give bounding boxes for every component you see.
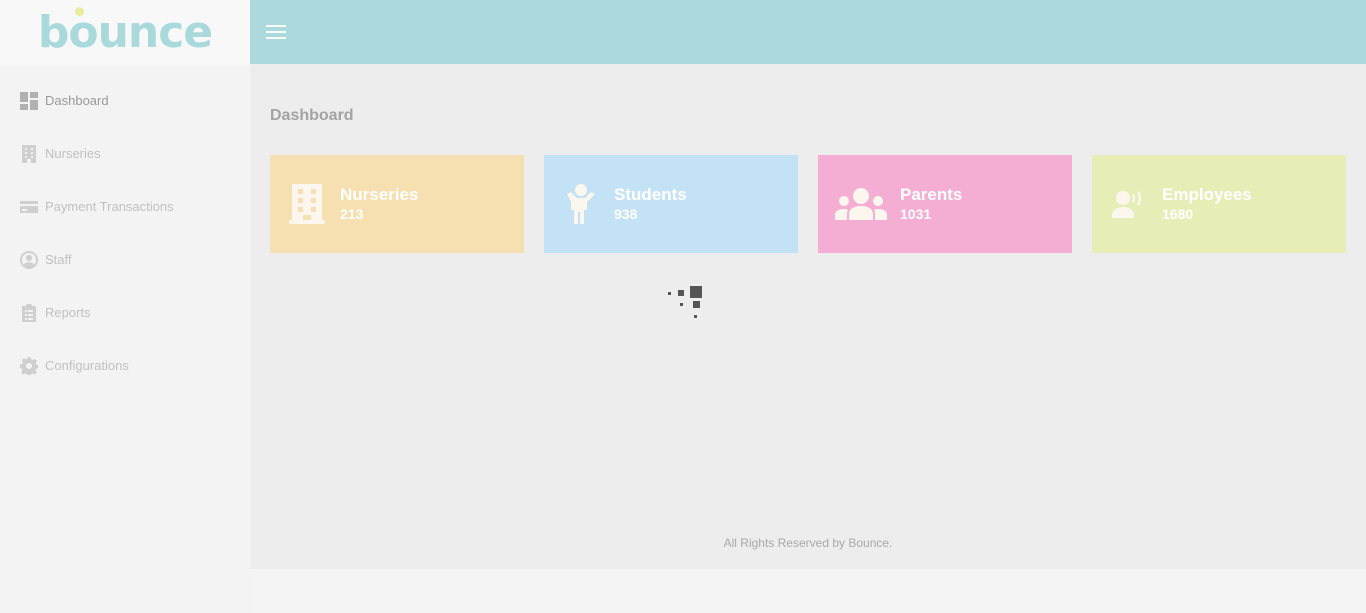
card-value: 213 — [340, 206, 364, 222]
sidebar-item-label: Reports — [45, 305, 91, 320]
gear-icon — [20, 356, 38, 375]
sidebar-item-nurseries[interactable]: Nurseries — [0, 127, 250, 180]
page-title: Dashboard — [270, 107, 354, 124]
main-content: Dashboard Nurseries 213 Students 938 Par… — [250, 64, 1366, 569]
card-title: Employees — [1162, 185, 1252, 204]
card-value: 1031 — [900, 206, 932, 222]
building-icon — [20, 144, 38, 163]
speaking-person-icon — [1109, 182, 1149, 226]
card-value: 1680 — [1162, 206, 1194, 222]
card-value: 938 — [614, 206, 638, 222]
sidebar-item-label: Payment Transactions — [45, 199, 174, 214]
sidebar-item-payment-transactions[interactable]: Payment Transactions — [0, 180, 250, 233]
card-nurseries[interactable]: Nurseries 213 — [270, 155, 524, 253]
topbar — [250, 0, 1366, 64]
card-title: Students — [614, 185, 687, 204]
logo-text: bounce — [37, 7, 213, 58]
sidebar-item-reports[interactable]: Reports — [0, 286, 250, 339]
sidebar-item-label: Dashboard — [45, 93, 109, 108]
sidebar-item-label: Configurations — [45, 358, 129, 373]
footer-text: All Rights Reserved by Bounce. — [723, 536, 893, 550]
hamburger-icon[interactable] — [266, 25, 286, 39]
sidebar-item-staff[interactable]: Staff — [0, 233, 250, 286]
sidebar-item-label: Nurseries — [45, 146, 101, 161]
loading-spinner-icon — [666, 286, 706, 326]
sidebar: bounce Dashboard Nurseries Payment Trans… — [0, 0, 250, 613]
card-employees[interactable]: Employees 1680 — [1092, 155, 1346, 253]
group-icon — [835, 182, 887, 226]
card-parents[interactable]: Parents 1031 — [818, 155, 1072, 253]
credit-card-icon — [20, 198, 38, 216]
user-circle-icon — [20, 250, 38, 269]
clipboard-list-icon — [20, 303, 38, 322]
card-title: Parents — [900, 185, 963, 204]
sidebar-item-configurations[interactable]: Configurations — [0, 339, 250, 392]
logo-dot — [74, 7, 84, 16]
logo[interactable]: bounce — [0, 0, 250, 66]
child-icon — [561, 182, 601, 226]
card-title: Nurseries — [340, 185, 419, 204]
card-students[interactable]: Students 938 — [544, 155, 798, 253]
sidebar-item-label: Staff — [45, 252, 72, 267]
stat-cards: Nurseries 213 Students 938 Parents 1031 — [270, 155, 1346, 253]
bottom-strip — [250, 569, 1366, 613]
building-icon — [287, 182, 327, 226]
sidebar-nav: Dashboard Nurseries Payment Transactions… — [0, 74, 250, 392]
sidebar-item-dashboard[interactable]: Dashboard — [0, 74, 250, 127]
dashboard-icon — [20, 91, 38, 110]
